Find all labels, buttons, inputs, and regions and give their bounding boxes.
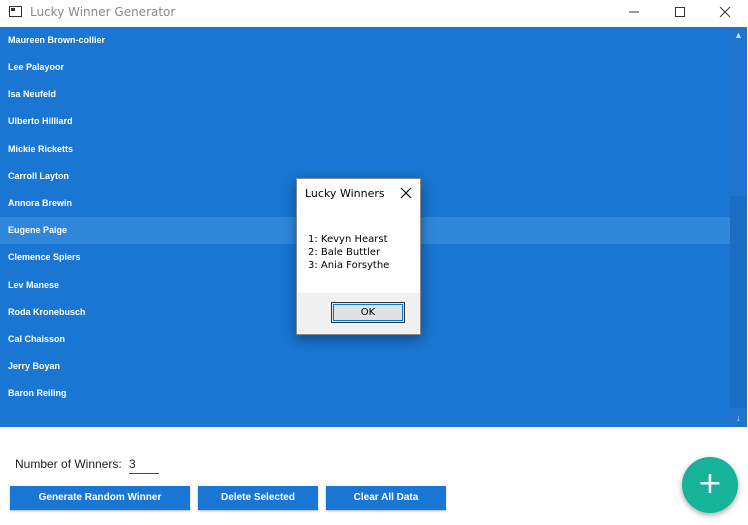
scrollbar-thumb[interactable] [730, 196, 747, 408]
list-item[interactable]: Isa Neufeld [0, 81, 730, 108]
list-item[interactable]: Ulberto Hilliard [0, 108, 730, 135]
maximize-button[interactable] [657, 0, 703, 26]
close-icon [400, 187, 412, 199]
list-item[interactable]: Jerry Boyan [0, 353, 730, 380]
maximize-icon [675, 7, 685, 17]
close-icon [719, 7, 731, 18]
lucky-winners-dialog: Lucky Winners 1: Kevyn Hearst 2: Bale Bu… [296, 178, 421, 335]
dialog-title: Lucky Winners [305, 187, 385, 200]
winner-line: 2: Bale Buttler [308, 247, 381, 258]
winner-line: 1: Kevyn Hearst [308, 234, 388, 245]
close-button[interactable] [702, 0, 748, 26]
vertical-scrollbar[interactable]: ▲ ↓ [730, 27, 747, 427]
window-title: Lucky Winner Generator [30, 5, 176, 19]
list-item[interactable]: Maureen Brown-collier [0, 27, 730, 54]
list-item[interactable]: Baron Reiling [0, 380, 730, 407]
minimize-icon [629, 11, 639, 13]
winners-label: Number of Winners: [15, 457, 122, 471]
generate-winner-button[interactable]: Generate Random Winner [10, 486, 190, 510]
scroll-up-icon[interactable]: ▲ [730, 27, 747, 44]
list-item[interactable]: Lee Palayoor [0, 54, 730, 81]
winners-count-input[interactable] [129, 454, 159, 474]
add-name-button[interactable]: + [682, 457, 738, 513]
window-icon [9, 6, 22, 17]
controls-panel: Number of Winners: Generate Random Winne… [0, 427, 748, 525]
dialog-footer: OK [297, 293, 420, 334]
ok-button[interactable]: OK [331, 302, 405, 323]
plus-icon: + [697, 466, 723, 501]
dialog-message: 1: Kevyn Hearst 2: Bale Buttler 3: Ania … [308, 233, 389, 272]
title-bar: Lucky Winner Generator [0, 0, 748, 26]
clear-all-button[interactable]: Clear All Data [326, 486, 446, 510]
dialog-close-button[interactable] [400, 186, 412, 199]
list-item[interactable]: Mickie Ricketts [0, 136, 730, 163]
scroll-down-icon[interactable]: ↓ [730, 410, 747, 427]
minimize-button[interactable] [611, 0, 657, 26]
winner-line: 3: Ania Forsythe [308, 260, 390, 271]
delete-selected-button[interactable]: Delete Selected [198, 486, 318, 510]
